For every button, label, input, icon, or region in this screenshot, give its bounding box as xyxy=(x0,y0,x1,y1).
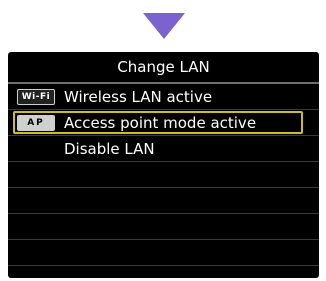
menu-item-label: Disable LAN xyxy=(64,139,155,158)
ap-badge-icon: AP xyxy=(17,114,55,131)
menu-item-disable-lan[interactable]: Disable LAN xyxy=(8,136,319,162)
menu-item-label: Wireless LAN active xyxy=(64,87,213,106)
screen-title: Change LAN xyxy=(8,52,319,84)
lcd-screen: Change LAN Wi-Fi Wireless LAN active AP … xyxy=(8,52,319,278)
empty-row xyxy=(8,162,319,188)
menu-item-label: Access point mode active xyxy=(64,113,257,132)
menu-item-access-point-mode-active[interactable]: AP Access point mode active xyxy=(8,110,319,136)
empty-row xyxy=(8,240,319,266)
menu-item-wireless-lan-active[interactable]: Wi-Fi Wireless LAN active xyxy=(8,84,319,110)
empty-row xyxy=(8,214,319,240)
empty-row xyxy=(8,188,319,214)
menu-list: Wi-Fi Wireless LAN active AP Access poin… xyxy=(8,84,319,266)
down-arrow-icon xyxy=(143,13,185,39)
wifi-badge-icon: Wi-Fi xyxy=(16,88,56,105)
